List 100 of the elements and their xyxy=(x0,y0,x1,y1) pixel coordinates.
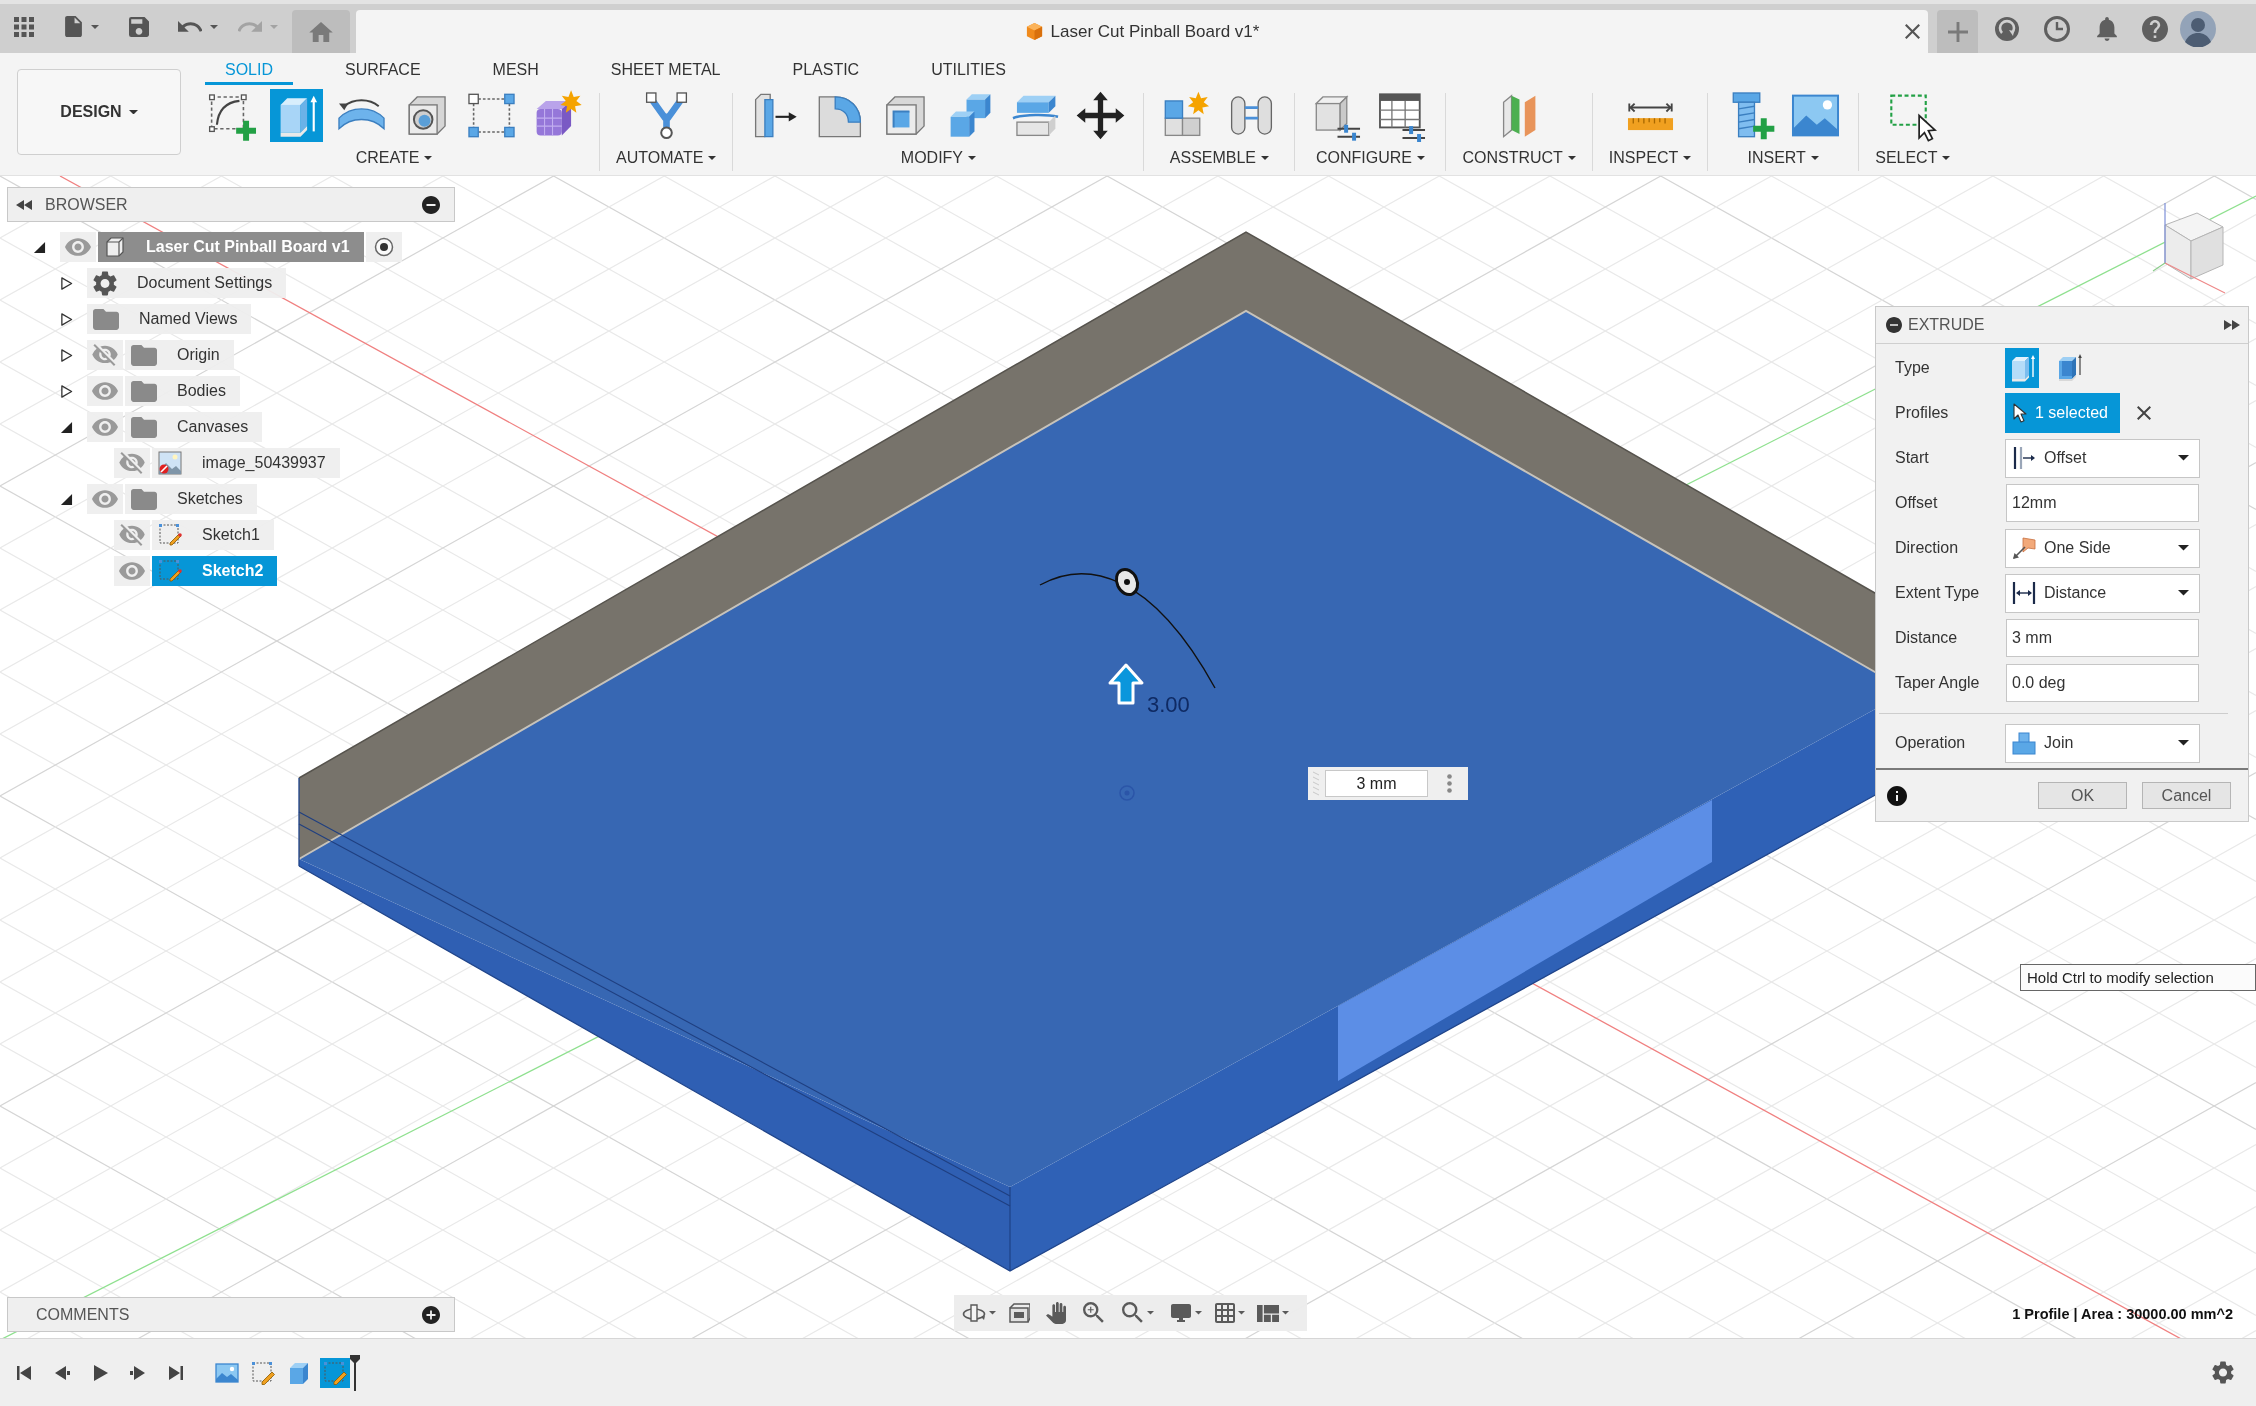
workspace-menu[interactable]: DESIGN xyxy=(17,69,181,155)
radio-icon[interactable] xyxy=(365,232,402,262)
save-icon[interactable] xyxy=(129,16,149,37)
join-blocks-icon xyxy=(2012,731,2036,755)
input-field[interactable]: 0.0 deg xyxy=(2006,664,2199,702)
pan-hand-icon[interactable] xyxy=(1046,1302,1066,1324)
picture-icon xyxy=(158,451,182,475)
grip-icon[interactable] xyxy=(1312,770,1320,797)
play-icon[interactable] xyxy=(92,1364,108,1381)
zoom-icon[interactable] xyxy=(1083,1302,1105,1324)
arrow-up-icon[interactable] xyxy=(1108,663,1144,705)
caret-icon[interactable] xyxy=(1683,156,1692,160)
field-label: Profiles xyxy=(1895,404,1950,422)
ok-button[interactable]: OK xyxy=(2038,782,2127,809)
solid-extrude-icon[interactable] xyxy=(2005,348,2039,388)
toolbar-tab[interactable]: PLASTIC xyxy=(772,53,880,85)
tree-item[interactable]: Sketch1 xyxy=(152,520,274,550)
tree-item[interactable]: Named Views xyxy=(87,304,252,334)
group-menu[interactable]: INSPECT xyxy=(1608,149,1692,167)
look-at-icon[interactable] xyxy=(1008,1302,1030,1324)
caret-icon[interactable] xyxy=(708,156,717,160)
toolbar-tab[interactable]: UTILITIES xyxy=(911,53,1026,85)
expand-arrow-icon[interactable] xyxy=(59,348,73,362)
step-forward-icon[interactable] xyxy=(130,1364,146,1381)
caret-icon[interactable] xyxy=(128,109,138,115)
caret-icon[interactable] xyxy=(2178,455,2189,461)
dropdown[interactable]: Join xyxy=(2005,723,2200,763)
orbit-icon[interactable] xyxy=(962,1303,986,1323)
expand-arrow-icon[interactable] xyxy=(59,420,73,434)
caret-icon[interactable] xyxy=(1567,156,1576,160)
skip-start-icon[interactable] xyxy=(16,1364,32,1381)
settings-icon[interactable] xyxy=(2212,1361,2234,1384)
tree-item[interactable]: Sketches xyxy=(125,484,257,514)
caret-icon[interactable] xyxy=(968,156,977,160)
group-menu[interactable]: CONSTRUCT xyxy=(1462,149,1576,167)
folder-icon xyxy=(131,416,157,438)
panel-title: COMMENTS xyxy=(36,1305,131,1324)
caret-icon[interactable] xyxy=(1261,156,1270,160)
caret-icon[interactable] xyxy=(2178,590,2189,596)
grid-icon[interactable] xyxy=(1215,1303,1235,1323)
zoom-window-icon[interactable] xyxy=(1122,1302,1144,1324)
dropdown[interactable]: Offset xyxy=(2005,438,2200,478)
tree-item[interactable]: Origin xyxy=(125,340,234,370)
group-menu[interactable]: ASSEMBLE xyxy=(1169,149,1270,167)
caret-icon[interactable] xyxy=(1416,156,1425,160)
group-menu[interactable]: INSERT xyxy=(1747,149,1819,167)
group-menu[interactable]: MODIFY xyxy=(900,149,977,167)
caret-icon[interactable] xyxy=(424,156,433,160)
dropdown[interactable]: Distance xyxy=(2005,573,2200,613)
sketch-icon xyxy=(158,523,182,547)
tree-item[interactable]: Bodies xyxy=(125,376,240,406)
toolbar-tab[interactable]: MESH xyxy=(472,53,559,85)
viewports-icon[interactable] xyxy=(1257,1304,1279,1322)
handle-icon[interactable] xyxy=(1114,568,1140,596)
more-icon[interactable] xyxy=(1447,774,1452,793)
expand-arrow-icon[interactable] xyxy=(59,312,73,326)
bell-icon[interactable] xyxy=(2097,16,2117,41)
group-menu[interactable]: CREATE xyxy=(355,149,433,167)
double-arrow-icon[interactable] xyxy=(2224,320,2240,330)
close-icon[interactable] xyxy=(1905,24,1920,39)
caret-icon[interactable] xyxy=(2178,545,2189,551)
extrude-box-icon[interactable] xyxy=(270,89,323,142)
info-icon[interactable] xyxy=(1887,785,1907,806)
cursor-icon xyxy=(2013,403,2027,423)
cancel-button[interactable]: Cancel xyxy=(2142,782,2231,809)
clock-icon[interactable] xyxy=(2044,15,2070,42)
apps-grid-icon[interactable] xyxy=(14,16,34,37)
display-icon[interactable] xyxy=(1170,1303,1192,1323)
avatar-icon[interactable] xyxy=(2180,10,2216,47)
expand-arrow-icon[interactable] xyxy=(32,240,46,254)
expand-arrow-icon[interactable] xyxy=(59,492,73,506)
group-menu[interactable]: AUTOMATE xyxy=(616,149,717,167)
panel-title: BROWSER xyxy=(45,195,129,214)
sketch-icon[interactable] xyxy=(320,1357,350,1388)
tree-item[interactable]: image_50439937 xyxy=(152,448,340,478)
caret-icon[interactable] xyxy=(1942,156,1951,160)
distance-input[interactable]: 3 mm xyxy=(1325,770,1428,797)
group-menu[interactable]: CONFIGURE xyxy=(1315,149,1425,167)
expand-arrow-icon[interactable] xyxy=(59,276,73,290)
toolbar-tab[interactable]: SURFACE xyxy=(325,53,441,85)
dropdown[interactable]: One Side xyxy=(2005,528,2200,568)
undo-icon[interactable] xyxy=(178,20,202,33)
distance-icon xyxy=(2012,581,2036,605)
group-menu[interactable]: SELECT xyxy=(1875,149,1951,167)
help-icon[interactable] xyxy=(2142,15,2168,42)
expand-arrow-icon[interactable] xyxy=(59,384,73,398)
toolbar-tab[interactable]: SHEET METAL xyxy=(590,53,741,85)
tree-item[interactable]: Canvases xyxy=(125,412,263,442)
input-field[interactable]: 12mm xyxy=(2006,484,2199,522)
timeline-marker-icon[interactable] xyxy=(350,1354,360,1391)
file-icon[interactable] xyxy=(65,16,82,37)
input-field[interactable]: 3 mm xyxy=(2006,619,2199,657)
skip-end-icon[interactable] xyxy=(168,1364,184,1381)
caret-icon[interactable] xyxy=(2178,740,2189,746)
step-back-icon[interactable] xyxy=(54,1364,70,1381)
field-label: Direction xyxy=(1895,539,1960,557)
caret-icon[interactable] xyxy=(1810,156,1819,160)
double-arrow-icon[interactable] xyxy=(16,199,32,210)
tree-item[interactable]: Document Settings xyxy=(87,268,287,298)
clear-icon[interactable] xyxy=(2137,406,2151,420)
